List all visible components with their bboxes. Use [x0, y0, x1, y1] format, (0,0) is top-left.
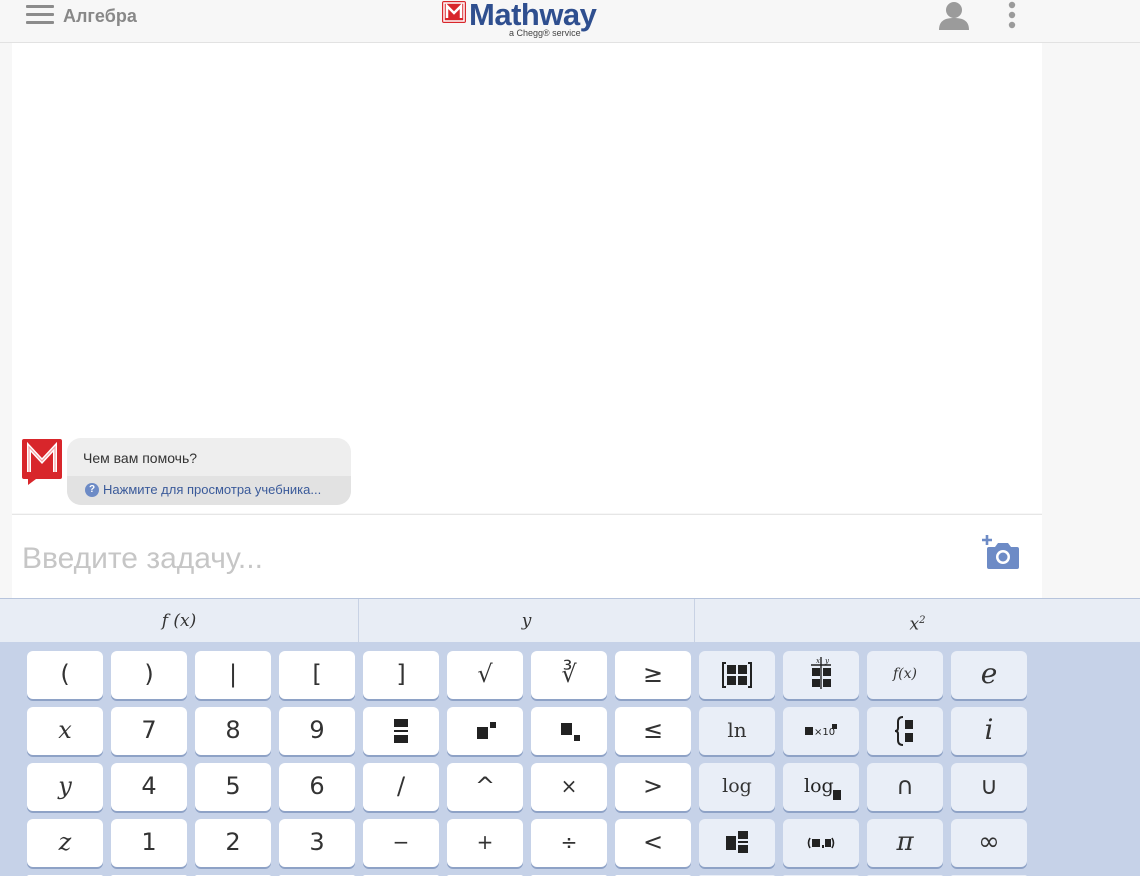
- key-plus[interactable]: +: [447, 819, 523, 867]
- key-intersection[interactable]: ∩: [867, 763, 943, 811]
- key-lt[interactable]: <: [615, 819, 691, 867]
- key-imaginary[interactable]: i: [951, 707, 1027, 755]
- key-sqrt[interactable]: √: [447, 651, 523, 699]
- key-ln[interactable]: ln: [699, 707, 775, 755]
- key-nth-root[interactable]: ∛: [531, 651, 607, 699]
- key-mixed-number[interactable]: [699, 819, 775, 867]
- tab-functions-label: f (x): [161, 611, 197, 631]
- table-x-label: x: [816, 657, 820, 665]
- key-caret[interactable]: ^: [447, 763, 523, 811]
- key-gte[interactable]: ≥: [615, 651, 691, 699]
- key-piecewise[interactable]: [867, 707, 943, 755]
- matrix-icon: [699, 651, 775, 699]
- keyboard-keys: ( ) | [ ] √ ∛ ≥ x y f(x) e x 7 8 9 ≤ ln …: [0, 642, 1140, 876]
- table-y-label: y: [824, 657, 830, 665]
- user-account-icon[interactable]: [938, 0, 970, 31]
- key-scientific[interactable]: ×10: [783, 707, 859, 755]
- bot-message-bubble: Чем вам помочь? ? Нажмите для просмотра …: [67, 438, 351, 505]
- more-options-icon[interactable]: [1004, 0, 1020, 32]
- superscript-icon: [447, 707, 523, 755]
- key-1[interactable]: 1: [111, 819, 187, 867]
- key-infinity[interactable]: ∞: [951, 819, 1027, 867]
- tutorial-link-text: Нажмите для просмотра учебника...: [103, 482, 322, 497]
- mathway-app: Алгебра Mathway a Chegg® service Чем вам…: [0, 0, 1140, 876]
- scientific-notation-icon: ×10: [783, 707, 859, 755]
- key-euler[interactable]: e: [951, 651, 1027, 699]
- key-3[interactable]: 3: [279, 819, 355, 867]
- key-x[interactable]: x: [27, 707, 103, 755]
- key-slash[interactable]: /: [363, 763, 439, 811]
- mathway-logo-icon: [442, 1, 466, 23]
- key-4[interactable]: 4: [111, 763, 187, 811]
- key-superscript[interactable]: [447, 707, 523, 755]
- tab-variables-label: y: [521, 611, 532, 631]
- key-7[interactable]: 7: [111, 707, 187, 755]
- bot-greeting: Чем вам помочь?: [83, 450, 198, 466]
- problem-input[interactable]: [22, 537, 922, 581]
- key-6[interactable]: 6: [279, 763, 355, 811]
- key-union[interactable]: ∪: [951, 763, 1027, 811]
- key-function[interactable]: f(x): [867, 651, 943, 699]
- key-table[interactable]: x y: [783, 651, 859, 699]
- math-keyboard: f (x) y x2 ( ) | [ ] √ ∛ ≥ x y f(x) e x …: [0, 598, 1140, 876]
- log-base-icon: log: [783, 763, 859, 811]
- key-ordered-pair[interactable]: [783, 819, 859, 867]
- key-close-bracket[interactable]: ]: [363, 651, 439, 699]
- key-matrix[interactable]: [699, 651, 775, 699]
- key-pi[interactable]: π: [867, 819, 943, 867]
- tutorial-link[interactable]: ? Нажмите для просмотра учебника...: [67, 476, 351, 505]
- key-minus[interactable]: −: [363, 819, 439, 867]
- mixed-number-icon: [699, 819, 775, 867]
- key-log[interactable]: log: [699, 763, 775, 811]
- piecewise-icon: [867, 707, 943, 755]
- tab-powers[interactable]: x2: [695, 599, 1140, 643]
- key-log-base[interactable]: log: [783, 763, 859, 811]
- log-base-text: log: [804, 775, 834, 797]
- camera-icon[interactable]: [981, 535, 1021, 571]
- tab-functions[interactable]: f (x): [0, 599, 359, 643]
- mathway-bot-avatar: [22, 439, 62, 485]
- help-icon: ?: [85, 483, 99, 497]
- menu-icon[interactable]: [26, 4, 54, 26]
- key-open-paren[interactable]: (: [27, 651, 103, 699]
- key-fraction[interactable]: [363, 707, 439, 755]
- key-gt[interactable]: >: [615, 763, 691, 811]
- table-icon: x y: [783, 651, 859, 699]
- key-divide[interactable]: ÷: [531, 819, 607, 867]
- subscript-icon: [531, 707, 607, 755]
- key-8[interactable]: 8: [195, 707, 271, 755]
- tab-powers-exp: 2: [919, 615, 926, 626]
- key-z[interactable]: z: [27, 819, 103, 867]
- key-open-bracket[interactable]: [: [279, 651, 355, 699]
- sci-times-ten: ×10: [814, 727, 835, 738]
- key-multiply[interactable]: ×: [531, 763, 607, 811]
- logo-tagline: a Chegg® service: [509, 28, 581, 38]
- key-9[interactable]: 9: [279, 707, 355, 755]
- key-y[interactable]: y: [27, 763, 103, 811]
- key-lte[interactable]: ≤: [615, 707, 691, 755]
- subject-title[interactable]: Алгебра: [63, 6, 137, 27]
- key-abs[interactable]: |: [195, 651, 271, 699]
- tab-variables[interactable]: y: [359, 599, 695, 643]
- key-close-paren[interactable]: ): [111, 651, 187, 699]
- key-5[interactable]: 5: [195, 763, 271, 811]
- ordered-pair-icon: [783, 819, 859, 867]
- fraction-icon: [363, 707, 439, 755]
- tab-powers-base: x: [909, 614, 920, 635]
- keyboard-tabs: f (x) y x2: [0, 598, 1140, 643]
- top-bar: Алгебра Mathway a Chegg® service: [0, 0, 1140, 43]
- key-2[interactable]: 2: [195, 819, 271, 867]
- key-subscript[interactable]: [531, 707, 607, 755]
- mathway-logo[interactable]: Mathway a Chegg® service: [442, 0, 612, 40]
- problem-input-row: [12, 514, 1042, 598]
